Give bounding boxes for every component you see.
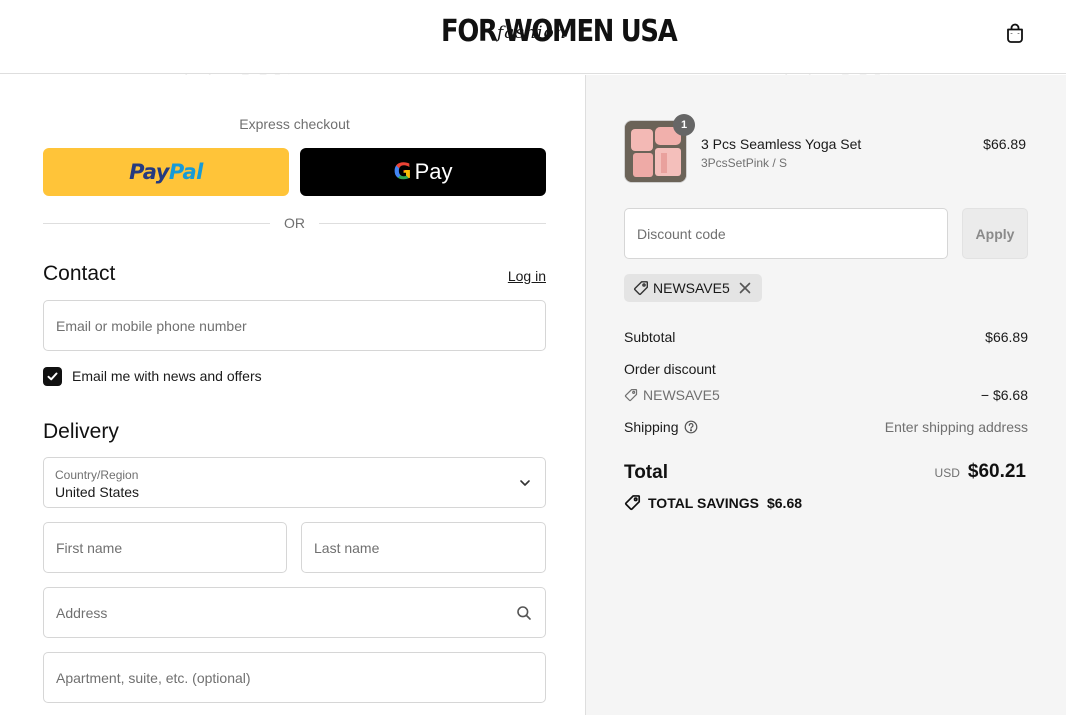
logo-script: fashion <box>497 23 567 43</box>
last-name-placeholder: Last name <box>314 539 380 556</box>
help-icon[interactable] <box>684 420 698 434</box>
subtotal-row: Subtotal $66.89 <box>624 329 1028 345</box>
address-placeholder: Address <box>56 604 108 621</box>
site-header: FOR WOMEN USA fashion <box>0 0 1066 74</box>
savings-label: TOTAL SAVINGS <box>648 494 759 511</box>
applied-discount-chip: NEWSAVE5 <box>624 274 762 302</box>
order-discount-row: Order discount <box>624 361 1028 377</box>
shopping-bag-icon <box>1007 23 1023 43</box>
tag-icon <box>624 495 641 511</box>
discount-code-line: NEWSAVE5 <box>624 387 720 403</box>
applied-discount-code: NEWSAVE5 <box>653 280 730 296</box>
discount-code-input[interactable]: Discount code <box>624 208 948 259</box>
address-field[interactable]: Address <box>43 587 546 638</box>
google-g-icon: G <box>393 159 412 185</box>
product-variant: 3PcsSetPink / S <box>701 156 788 170</box>
close-icon <box>739 282 751 294</box>
delivery-heading: Delivery <box>43 420 119 443</box>
subtotal-value: $66.89 <box>985 329 1028 345</box>
store-logo[interactable]: FOR WOMEN USA fashion <box>441 14 678 54</box>
first-name-field[interactable]: First name <box>43 522 287 573</box>
quantity-badge: 1 <box>673 114 695 136</box>
google-pay-button[interactable]: G Pay <box>300 148 546 196</box>
apply-discount-button[interactable]: Apply <box>962 208 1028 259</box>
paypal-wordmark-pay: Pay <box>129 160 169 184</box>
country-value: United States <box>55 484 140 500</box>
paypal-button[interactable]: Pay Pal <box>43 148 289 196</box>
discount-code-row: NEWSAVE5 − $6.68 <box>624 387 1028 405</box>
checkout-form: Express checkout Pay Pal G Pay OR Contact … <box>0 75 585 715</box>
chevron-down-icon <box>520 480 530 486</box>
contact-heading: Contact <box>43 262 116 285</box>
total-savings: TOTAL SAVINGS $6.68 <box>624 494 802 511</box>
total-currency: USD <box>934 466 960 480</box>
tag-icon <box>634 281 648 295</box>
google-pay-label: Pay <box>414 159 453 184</box>
checkmark-icon <box>47 372 58 380</box>
shipping-row: Shipping Enter shipping address <box>624 419 1028 435</box>
express-checkout-label: Express checkout <box>239 116 350 132</box>
country-select[interactable]: Country/Region United States <box>43 457 546 508</box>
discount-code-text: NEWSAVE5 <box>643 387 720 403</box>
remove-discount-button[interactable] <box>738 281 752 295</box>
total-value-group: USD $60.21 <box>935 461 1026 483</box>
product-name: 3 Pcs Seamless Yoga Set <box>701 136 862 152</box>
newsletter-label: Email me with news and offers <box>72 368 262 384</box>
search-icon <box>517 606 531 620</box>
tag-icon <box>624 388 638 402</box>
newsletter-option[interactable]: Email me with news and offers <box>43 366 262 386</box>
email-placeholder: Email or mobile phone number <box>56 317 247 334</box>
paypal-wordmark-pal: Pal <box>168 160 203 184</box>
apartment-placeholder: Apartment, suite, etc. (optional) <box>56 669 251 686</box>
divider-line <box>319 223 546 224</box>
order-summary: 1 3 Pcs Seamless Yoga Set 3PcsSetPink / … <box>585 75 1066 715</box>
order-discount-label: Order discount <box>624 361 716 377</box>
savings-value: $6.68 <box>766 494 803 511</box>
discount-value: − $6.68 <box>980 387 1028 403</box>
total-amount: $60.21 <box>967 461 1026 482</box>
email-field[interactable]: Email or mobile phone number <box>43 300 546 351</box>
total-label: Total <box>624 462 668 483</box>
product-price: $66.89 <box>983 136 1026 152</box>
shipping-label-group: Shipping <box>624 419 698 435</box>
discount-placeholder: Discount code <box>637 226 726 242</box>
cart-button[interactable] <box>1002 20 1028 46</box>
or-divider: OR <box>43 215 546 233</box>
shipping-label: Shipping <box>624 419 679 435</box>
login-link[interactable]: Log in <box>500 268 546 284</box>
first-name-placeholder: First name <box>56 539 123 556</box>
subtotal-label: Subtotal <box>624 329 676 345</box>
newsletter-checkbox[interactable] <box>43 366 62 386</box>
last-name-field[interactable]: Last name <box>301 522 546 573</box>
shipping-value: Enter shipping address <box>884 419 1028 435</box>
apartment-field[interactable]: Apartment, suite, etc. (optional) <box>43 652 546 703</box>
country-label: Country/Region <box>55 468 139 482</box>
